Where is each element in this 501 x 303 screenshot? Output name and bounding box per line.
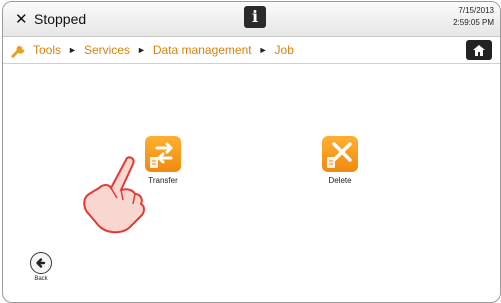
date-time: 7/15/2013 2:59:05 PM — [453, 5, 494, 29]
breadcrumb-data-management[interactable]: Data management — [153, 43, 252, 57]
delete-icon — [322, 136, 358, 172]
breadcrumb-bar: Tools ► Services ► Data management ► Job — [3, 37, 500, 64]
device-screen: ✕ Stopped i 7/15/2013 2:59:05 PM Tools ►… — [2, 1, 501, 303]
breadcrumb-separator: ► — [258, 45, 268, 55]
close-icon[interactable]: ✕ — [15, 10, 28, 28]
info-icon: i — [251, 7, 259, 26]
pointing-hand-icon — [83, 156, 145, 234]
date: 7/15/2013 — [458, 6, 494, 15]
delete-label: Delete — [328, 176, 352, 185]
breadcrumb-job: Job — [274, 43, 294, 57]
back-arrow-icon — [30, 252, 52, 274]
breadcrumb-separator: ► — [136, 45, 146, 55]
breadcrumb: Tools ► Services ► Data management ► Job — [11, 37, 294, 63]
breadcrumb-separator: ► — [68, 45, 77, 55]
status-bar: ✕ Stopped i 7/15/2013 2:59:05 PM — [3, 2, 500, 37]
breadcrumb-services[interactable]: Services — [84, 43, 130, 57]
breadcrumb-tools[interactable]: Tools — [33, 43, 61, 57]
home-button[interactable] — [466, 40, 492, 60]
info-button[interactable]: i — [244, 6, 266, 28]
delete-button[interactable]: Delete — [295, 136, 385, 185]
machine-status: Stopped — [34, 11, 87, 27]
back-label: Back — [34, 276, 48, 282]
time: 2:59:05 PM — [453, 18, 494, 27]
home-icon — [473, 45, 485, 56]
back-button[interactable]: Back — [26, 252, 56, 282]
wrench-icon — [11, 45, 25, 58]
transfer-icon — [145, 136, 181, 172]
